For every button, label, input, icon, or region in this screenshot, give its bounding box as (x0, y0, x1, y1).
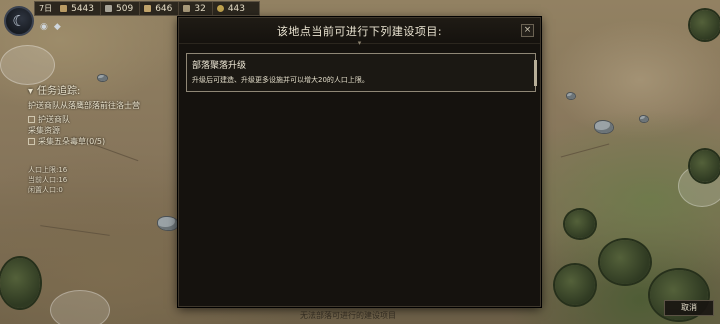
ornament-icon: ▾ (357, 39, 362, 47)
resource-value: 646 (155, 3, 173, 14)
dialog-title: 该地点当前可进行下列建设项目: (276, 24, 443, 38)
close-button[interactable]: × (521, 24, 534, 37)
quest-item-label: 采集资源 (28, 126, 60, 135)
quest-item: 护送商队 (28, 114, 158, 125)
population-idle: 闲置人口:0 (28, 186, 63, 194)
tree (555, 265, 595, 305)
bottom-hint: 无法部落可进行的建设项目 (300, 311, 396, 320)
day-counter: 7日 (39, 4, 53, 13)
food-icon (143, 4, 153, 13)
rock (158, 217, 178, 230)
quest-tracker-header[interactable]: ▾ 任务追踪: (28, 86, 158, 97)
quest-item: 采集资源 (28, 125, 158, 136)
eye-icon[interactable]: ◉ (40, 22, 48, 32)
resource-bar: 7日 5443 509 646 32 443 (34, 1, 260, 16)
dialog-header: 该地点当前可进行下列建设项目: ▾ × (179, 18, 540, 47)
resource-population[interactable]: 32 (182, 2, 213, 15)
tree (600, 240, 650, 284)
tree (0, 258, 40, 308)
tree (565, 210, 595, 238)
quest-description: 护送商队从落鹰部落前往洛士营 (28, 101, 140, 110)
quest-tracker-title: 任务追踪: (37, 86, 81, 97)
resource-stone[interactable]: 509 (104, 2, 141, 15)
resource-coin[interactable]: 443 (215, 2, 251, 15)
stone-icon (104, 4, 113, 13)
resource-wood[interactable]: 5443 (59, 2, 101, 15)
project-name: 部落聚落升级 (192, 61, 247, 71)
quest-item: 采集五朵毒草(0/5) (28, 136, 158, 147)
checkbox-icon (28, 138, 35, 145)
project-description: 升级后可建造、升级更多设施并可以增大20的人口上限。 (192, 76, 369, 84)
population-cap: 人口上限:16 (28, 166, 68, 174)
day-night-moon-icon[interactable]: ☾ (4, 6, 34, 36)
construction-dialog: 该地点当前可进行下列建设项目: ▾ × 部落聚落升级 升级后可建造、升级更多设施… (178, 17, 541, 307)
rock (640, 116, 648, 122)
resource-value: 32 (194, 3, 206, 14)
resource-food[interactable]: 646 (143, 2, 180, 15)
checkbox-icon (28, 116, 35, 123)
map-zone-marker (0, 45, 55, 85)
tree (690, 150, 720, 182)
resource-value: 5443 (71, 3, 94, 14)
project-option-tribe-upgrade[interactable]: 部落聚落升级 升级后可建造、升级更多设施并可以增大20的人口上限。 (186, 53, 537, 92)
diamond-icon[interactable]: ◆ (54, 22, 61, 32)
population-icon (182, 4, 192, 13)
quest-tracker: ▾ 任务追踪: 护送商队从落鹰部落前往洛士营 护送商队 采集资源 采集五朵毒草(… (28, 86, 158, 195)
resource-value: 509 (116, 3, 134, 14)
map-tools: ◉ ◆ (40, 22, 61, 32)
quest-item-label: 护送商队 (38, 115, 70, 124)
chevron-down-icon: ▾ (28, 86, 34, 97)
tree (690, 10, 720, 40)
population-current: 当前人口:16 (28, 176, 68, 184)
quest-item-label: 采集五朵毒草(0/5) (38, 137, 106, 146)
cancel-button[interactable]: 取消 (664, 300, 714, 316)
map-zone-marker (50, 290, 110, 324)
rock (98, 75, 107, 81)
coin-icon (215, 4, 225, 13)
wood-icon (59, 4, 69, 13)
rock (595, 121, 613, 133)
rock (567, 93, 575, 99)
resource-value: 443 (227, 3, 246, 14)
population-stats: 人口上限:16 当前人口:16 闲置人口:0 (28, 165, 158, 195)
